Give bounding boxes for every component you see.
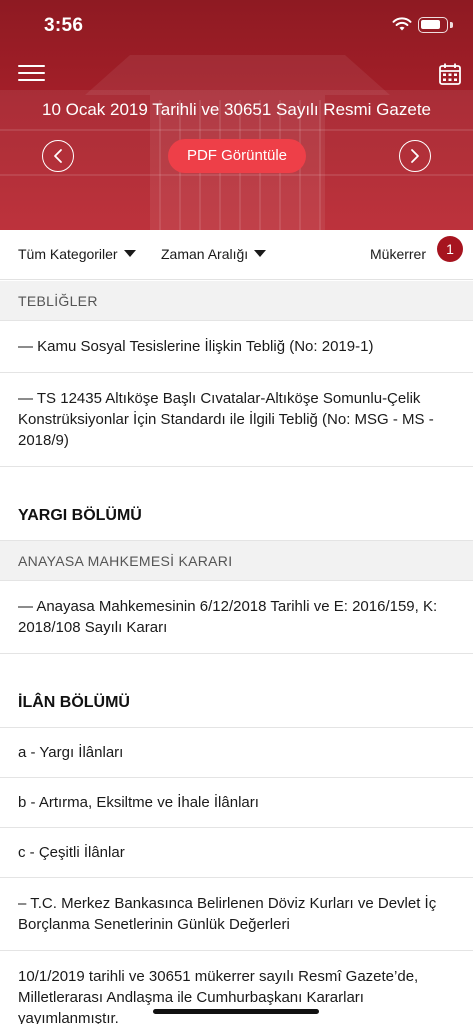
time-range-filter[interactable]: Zaman Aralığı [161, 246, 267, 262]
category-filter[interactable]: Tüm Kategoriler [18, 246, 136, 262]
gazette-content-list: TEBLİĞLER — Kamu Sosyal Tesislerine İliş… [0, 281, 473, 1024]
caret-down-icon [123, 250, 136, 257]
status-bar: 3:56 [0, 0, 473, 50]
gazette-title: 10 Ocak 2019 Tarihli ve 30651 Sayılı Res… [41, 100, 431, 119]
category-header-teblig: TEBLİĞLER [0, 281, 473, 321]
list-item[interactable]: a - Yargı İlânları [0, 728, 473, 778]
category-header-anayasa: ANAYASA MAHKEMESİ KARARI [0, 541, 473, 581]
status-time: 3:56 [44, 15, 84, 36]
home-indicator[interactable] [153, 1009, 319, 1014]
battery-cap [450, 22, 453, 28]
time-range-filter-label: Zaman Aralığı [161, 246, 249, 262]
chevron-left-icon [54, 149, 62, 163]
section-title-ilan: İLÂN BÖLÜMÜ [0, 654, 473, 728]
caret-down-icon [254, 250, 267, 257]
list-item[interactable]: — Kamu Sosyal Tesislerine İlişkin Tebliğ… [0, 321, 473, 373]
hamburger-icon[interactable] [18, 64, 46, 84]
chevron-right-icon [411, 149, 419, 163]
pdf-view-button[interactable]: PDF Görüntüle [168, 139, 306, 173]
wifi-icon [392, 17, 412, 31]
gazette-header: 3:56 10 Ocak 2019 Tarihli ve 30651 Sayıl… [0, 0, 473, 230]
category-filter-label: Tüm Kategoriler [18, 246, 118, 262]
battery-icon [418, 17, 448, 33]
duplicate-filter-label: Mükerrer [370, 246, 427, 262]
list-item[interactable]: — Anayasa Mahkemesinin 6/12/2018 Tarihli… [0, 581, 473, 654]
duplicate-filter[interactable]: Mükerrer [370, 246, 426, 262]
section-title-yargi: YARGI BÖLÜMÜ [0, 467, 473, 541]
calendar-icon[interactable] [438, 62, 462, 86]
list-item[interactable]: — TS 12435 Altıköşe Başlı Cıvatalar-Altı… [0, 373, 473, 467]
list-item[interactable]: – T.C. Merkez Bankasınca Belirlenen Dövi… [0, 878, 473, 951]
duplicate-count-badge[interactable]: 1 [437, 236, 463, 262]
list-item[interactable]: b - Artırma, Eksiltme ve İhale İlânları [0, 778, 473, 828]
next-day-button[interactable] [399, 140, 431, 172]
previous-day-button[interactable] [42, 140, 74, 172]
filter-bar: Tüm Kategoriler Zaman Aralığı Mükerrer [0, 230, 473, 280]
list-item[interactable]: c - Çeşitli İlânlar [0, 828, 473, 878]
